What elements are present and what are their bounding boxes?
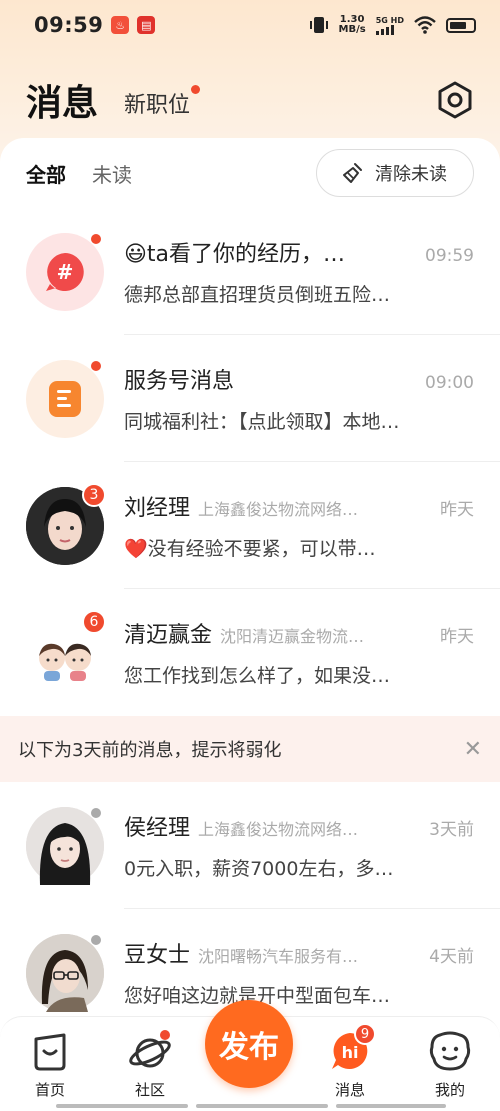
message-time: 09:59: [425, 246, 474, 266]
old-messages-notice: 以下为3天前的消息，提示将弱化 ✕: [0, 716, 500, 782]
read-dot: [90, 933, 102, 946]
unread-count-badge: 6: [82, 609, 106, 634]
message-body: 清迈赢金 沈阳清迈赢金物流… 昨天 您工作找到怎么样了，如果没…: [124, 617, 474, 688]
sender-name: 清迈赢金: [124, 623, 213, 648]
message-preview: 您好咱这边就是开中型面包车…: [124, 985, 391, 1007]
nav-community-label: 社区: [134, 1081, 165, 1099]
unread-dot: [90, 359, 102, 372]
planet-icon: [129, 1030, 171, 1068]
sender-name: 刘经理: [124, 496, 191, 521]
filter-row: 全部 未读 清除未读: [0, 138, 500, 208]
notification-app-icon: ▤: [137, 16, 156, 34]
list-item[interactable]: 侯经理 上海鑫俊达物流网络… 3天前 0元入职，薪资7000左右，多…: [0, 782, 500, 909]
list-item[interactable]: 3 刘经理 上海鑫俊达物流网络… 昨天 ❤️没有经验不要紧，可以带…: [0, 462, 500, 589]
sender-name: 侯经理: [124, 816, 191, 841]
sender-name: 😃ta看了你的经历，…: [124, 242, 346, 267]
page-header: 消息 新职位: [0, 60, 500, 140]
gesture-bar: [56, 1104, 188, 1108]
sender-company: 沈阳曙畅汽车服务有…: [198, 947, 359, 966]
sender-company: 上海鑫俊达物流网络…: [198, 500, 359, 519]
nav-mine[interactable]: 我的: [410, 1029, 490, 1100]
message-time: 昨天: [440, 627, 474, 647]
message-time: 昨天: [440, 500, 474, 520]
svg-text:hi: hi: [342, 1043, 359, 1062]
filter-all[interactable]: 全部: [26, 159, 66, 188]
battery-icon: [446, 17, 476, 33]
vibrate-icon: [309, 17, 328, 33]
status-time: 09:59: [34, 13, 104, 37]
cell-signal-icon: 5G HD: [375, 16, 404, 35]
settings-icon[interactable]: [436, 81, 474, 119]
list-item[interactable]: 服务号消息 09:00 同城福利社：【点此领取】本地…: [0, 335, 500, 462]
nav-home-label: 首页: [34, 1081, 65, 1099]
avatar: 6: [26, 609, 106, 692]
unread-count-badge: 3: [82, 482, 106, 507]
message-body: 豆女士 沈阳曙畅汽车服务有… 4天前 您好咱这边就是开中型面包车…: [124, 937, 474, 1008]
page-title: 消息: [26, 83, 99, 124]
message-preview: 您工作找到怎么样了，如果没…: [124, 665, 391, 687]
list-item[interactable]: 6 清迈赢金 沈阳清迈赢金物流… 昨天 您工作找到怎么样了，如果没…: [0, 589, 500, 716]
home-icon: [34, 1033, 66, 1071]
avatar: [26, 359, 104, 438]
message-body: 服务号消息 09:00 同城福利社：【点此领取】本地…: [124, 363, 474, 434]
messages-count-badge: 9: [354, 1023, 376, 1045]
clear-unread-button[interactable]: 清除未读: [316, 149, 474, 197]
nav-messages-label: 消息: [334, 1081, 365, 1099]
profile-face-icon: [429, 1031, 471, 1071]
message-preview: 同城福利社：【点此领取】本地…: [124, 411, 400, 433]
message-time: 3天前: [429, 820, 474, 840]
avatar: #: [26, 232, 104, 311]
nav-mine-label: 我的: [434, 1081, 465, 1099]
sender-name: 服务号消息: [124, 369, 235, 394]
hashtag-icon: #: [46, 252, 84, 291]
notification-app-icon: ♨: [111, 16, 130, 34]
broom-icon: [343, 163, 362, 183]
status-bar: 09:59 ♨ ▤ 1.30 MB/s 5G HD: [0, 0, 500, 50]
filter-unread[interactable]: 未读: [92, 159, 132, 188]
svg-text:#: #: [57, 260, 74, 284]
message-body: 侯经理 上海鑫俊达物流网络… 3天前 0元入职，薪资7000左右，多…: [124, 810, 474, 881]
message-time: 4天前: [429, 947, 474, 967]
document-icon: [49, 380, 81, 417]
wifi-icon: [414, 16, 436, 34]
message-preview: 德邦总部直招理货员倒班五险…: [124, 284, 391, 306]
sender-company: 上海鑫俊达物流网络…: [198, 820, 359, 839]
gesture-bar: [196, 1104, 328, 1108]
sender-company: 沈阳清迈赢金物流…: [220, 627, 365, 646]
message-preview: 0元入职，薪资7000左右，多…: [124, 858, 394, 880]
avatar: [26, 933, 104, 1012]
net-speed: 1.30 MB/s: [338, 14, 366, 35]
list-item[interactable]: # 😃ta看了你的经历，… 09:59 德邦总部直招理货员倒班五险…: [0, 208, 500, 335]
nav-community[interactable]: 社区: [110, 1029, 190, 1100]
message-time: 09:00: [425, 373, 474, 393]
notice-text: 以下为3天前的消息，提示将弱化: [18, 740, 282, 761]
read-dot: [90, 806, 102, 819]
avatar: [26, 806, 104, 885]
gesture-bar: [336, 1104, 446, 1108]
nav-home[interactable]: 首页: [10, 1029, 90, 1100]
avatar: 3: [26, 482, 106, 565]
sender-name: 豆女士: [124, 943, 191, 968]
message-list-panel: 全部 未读 清除未读 # 😃ta看了你的经历，… 09:59 德邦总部直招理货员…: [0, 138, 500, 1018]
message-body: 😃ta看了你的经历，… 09:59 德邦总部直招理货员倒班五险…: [124, 236, 474, 307]
nav-messages[interactable]: hi 9 消息: [310, 1023, 390, 1100]
publish-button[interactable]: 发布: [205, 1000, 293, 1088]
message-body: 刘经理 上海鑫俊达物流网络… 昨天 ❤️没有经验不要紧，可以带…: [124, 490, 474, 561]
unread-dot: [90, 232, 102, 245]
close-icon[interactable]: ✕: [464, 737, 482, 762]
tab-new-jobs[interactable]: 新职位: [124, 85, 201, 119]
unread-dot: [191, 85, 201, 94]
message-preview: ❤️没有经验不要紧，可以带…: [124, 538, 376, 560]
